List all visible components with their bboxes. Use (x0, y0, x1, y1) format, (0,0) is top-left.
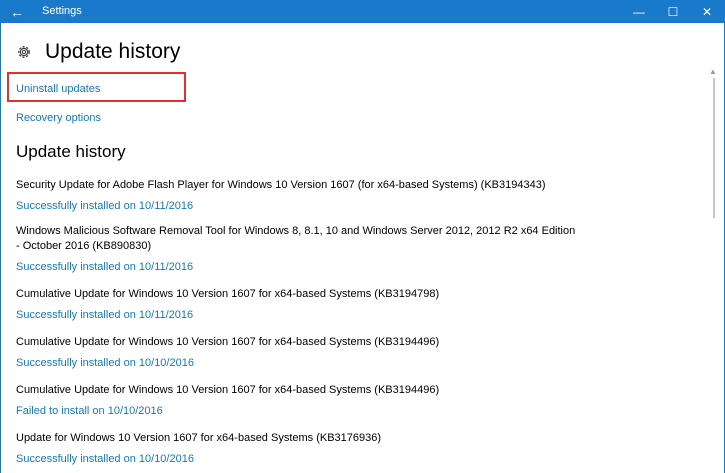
update-name: Cumulative Update for Windows 10 Version… (16, 336, 440, 348)
maximize-button[interactable]: ☐ (656, 0, 690, 23)
title-bar: ← Settings — ☐ ✕ (1, 0, 724, 23)
update-status-link[interactable]: Successfully installed on 10/11/2016 (16, 260, 576, 275)
page-header: Update history (16, 40, 180, 64)
page-content: Update history Uninstall updates Recover… (7, 23, 704, 473)
list-item: Security Update for Adobe Flash Player f… (16, 178, 576, 214)
back-button[interactable]: ← (1, 0, 33, 23)
scroll-up-arrow-icon[interactable]: ▲ (709, 67, 717, 76)
update-status-link[interactable]: Failed to install on 10/10/2016 (16, 404, 576, 419)
close-button[interactable]: ✕ (690, 0, 724, 23)
uninstall-updates-link[interactable]: Uninstall updates (16, 83, 100, 95)
page-title: Update history (45, 40, 181, 63)
list-item: Cumulative Update for Windows 10 Version… (16, 383, 576, 419)
update-name: Cumulative Update for Windows 10 Version… (16, 384, 440, 396)
list-item: Cumulative Update for Windows 10 Version… (16, 287, 576, 323)
section-title: Update history (16, 142, 126, 161)
minimize-button[interactable]: — (622, 0, 656, 23)
gear-icon (16, 44, 32, 60)
scroll-thumb[interactable] (713, 78, 715, 218)
list-item: Windows Malicious Software Removal Tool … (16, 224, 576, 275)
settings-window: ← Settings — ☐ ✕ Update history Uninstal… (0, 0, 725, 473)
list-item: Cumulative Update for Windows 10 Version… (16, 335, 576, 371)
arrow-left-icon: ← (10, 3, 24, 20)
list-item: Update for Windows 10 Version 1607 for x… (16, 431, 576, 467)
update-status-link[interactable]: Successfully installed on 10/11/2016 (16, 308, 576, 323)
update-name: Update for Windows 10 Version 1607 for x… (16, 432, 382, 444)
recovery-options-link[interactable]: Recovery options (16, 112, 101, 124)
update-name: Security Update for Adobe Flash Player f… (16, 179, 546, 191)
window-controls: — ☐ ✕ (622, 0, 724, 23)
update-name: Windows Malicious Software Removal Tool … (16, 225, 576, 252)
minimize-icon: — (633, 4, 645, 19)
scrollbar[interactable]: ▲ (705, 23, 723, 473)
update-status-link[interactable]: Successfully installed on 10/10/2016 (16, 452, 576, 467)
update-status-link[interactable]: Successfully installed on 10/11/2016 (16, 199, 576, 214)
app-title: Settings (42, 5, 82, 17)
update-name: Cumulative Update for Windows 10 Version… (16, 288, 440, 300)
close-icon: ✕ (701, 4, 713, 19)
update-status-link[interactable]: Successfully installed on 10/10/2016 (16, 356, 576, 371)
maximize-icon: ☐ (667, 4, 679, 19)
